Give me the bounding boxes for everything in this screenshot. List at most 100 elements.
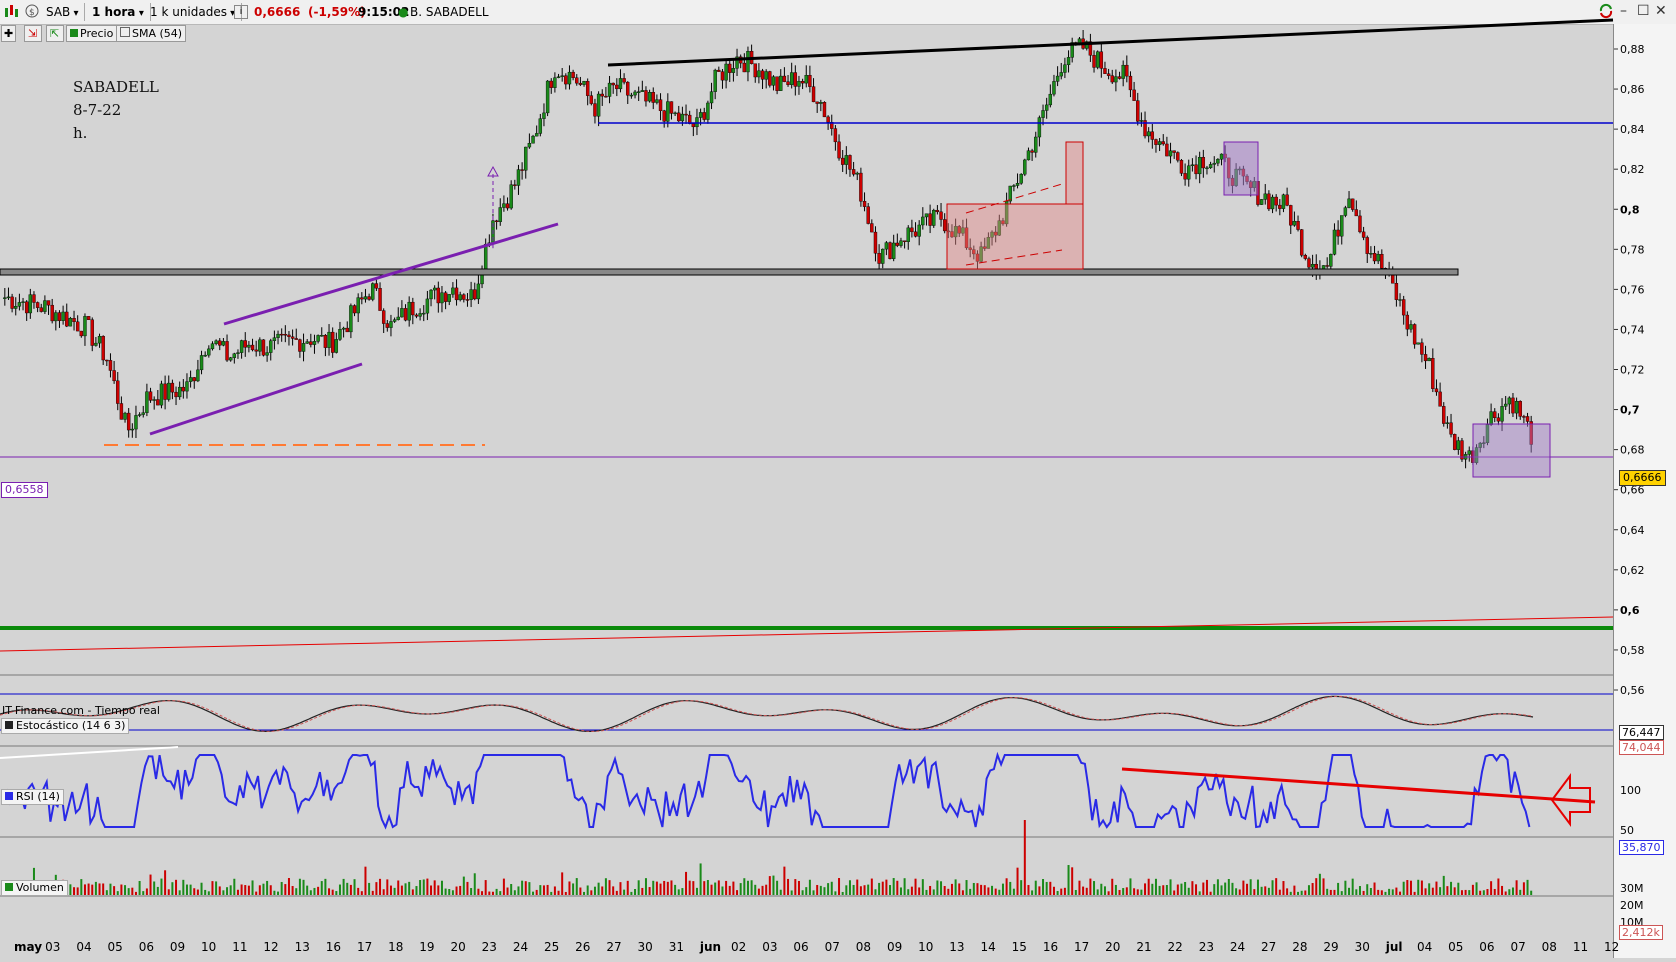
candle-body bbox=[177, 386, 182, 398]
x-tick-label: 28 bbox=[1292, 940, 1308, 954]
x-tick-label: 05 bbox=[1448, 940, 1464, 954]
x-tick-label: 24 bbox=[512, 940, 529, 954]
candle-body bbox=[363, 296, 368, 300]
volume-label-text: Volumen bbox=[16, 881, 64, 894]
x-tick-label: jun bbox=[699, 940, 722, 954]
candle-body bbox=[108, 360, 113, 371]
candle-body bbox=[538, 118, 543, 134]
volume-bar bbox=[1118, 889, 1121, 895]
candle-body bbox=[1030, 150, 1034, 153]
candle-body bbox=[32, 294, 36, 303]
volume-bar bbox=[1129, 878, 1132, 895]
volume-bar bbox=[360, 891, 363, 895]
candle-body bbox=[1048, 93, 1053, 106]
volume-bar bbox=[1220, 885, 1223, 895]
volume-bar bbox=[116, 891, 119, 895]
volume-bar bbox=[1402, 881, 1405, 895]
volume-bar bbox=[1056, 890, 1059, 895]
candle-body bbox=[349, 305, 353, 333]
price-axis[interactable]: 0,88 0,86 0,84 0,82 0,8 0,78 0,76 0,74 0,72 0,7 0,… bbox=[1613, 24, 1676, 958]
volume-bar bbox=[422, 879, 425, 895]
volume-bar bbox=[145, 888, 148, 895]
y-tick-label: 0,62 bbox=[1620, 564, 1645, 577]
y-tick-label: 0,6 bbox=[1620, 604, 1640, 617]
candle-body bbox=[1398, 299, 1402, 301]
price-chart[interactable] bbox=[0, 0, 1676, 916]
candle-body bbox=[123, 412, 127, 420]
candle-body bbox=[473, 289, 477, 300]
volume-bar bbox=[1486, 889, 1489, 895]
candle-body bbox=[768, 71, 772, 86]
volume-bar bbox=[251, 880, 254, 895]
candle-body bbox=[1380, 254, 1384, 269]
candle-body bbox=[1146, 131, 1151, 137]
volume-bar bbox=[1475, 882, 1478, 895]
candle-body bbox=[159, 383, 164, 406]
volume-bar bbox=[903, 878, 906, 895]
candle-body bbox=[513, 184, 517, 186]
candle-body bbox=[1493, 411, 1497, 418]
candle-body bbox=[3, 297, 7, 299]
x-tick-label: 04 bbox=[1416, 940, 1433, 954]
volume-bar bbox=[746, 880, 749, 895]
candle-body bbox=[921, 216, 925, 226]
volume-bar bbox=[623, 889, 626, 895]
volume-bar bbox=[619, 882, 622, 895]
x-tick-label: 26 bbox=[575, 940, 591, 954]
volume-bar bbox=[335, 891, 338, 895]
volume-bar bbox=[1256, 879, 1259, 895]
candle-body bbox=[1456, 440, 1461, 450]
candle-body bbox=[1187, 165, 1191, 180]
candle-body bbox=[859, 172, 863, 202]
volume-bar bbox=[1511, 887, 1514, 895]
stoch-panel-label[interactable]: Estocástico (14 6 3) bbox=[1, 718, 130, 734]
candle-body bbox=[400, 308, 404, 318]
candle-body bbox=[239, 340, 244, 353]
volume-bar bbox=[910, 886, 913, 895]
candle-body bbox=[290, 336, 295, 339]
candle-body bbox=[396, 316, 400, 320]
candle-body bbox=[1452, 434, 1457, 450]
volume-bar bbox=[950, 883, 953, 895]
volume-bar bbox=[1111, 878, 1114, 895]
x-tick-label: 10 bbox=[201, 940, 217, 954]
volume-bar bbox=[1227, 878, 1230, 895]
volume-bar bbox=[1384, 891, 1387, 895]
volume-bar bbox=[1016, 867, 1019, 895]
volume-bar bbox=[987, 887, 990, 895]
volume-bar bbox=[1344, 880, 1347, 895]
stochastic-k-line bbox=[0, 695, 1534, 732]
volume-panel-label[interactable]: Volumen bbox=[1, 880, 68, 896]
candle-body bbox=[50, 304, 54, 322]
volume-bar bbox=[1490, 881, 1493, 895]
candle-body bbox=[1026, 150, 1031, 161]
candle-body bbox=[407, 301, 411, 321]
candle-body bbox=[443, 292, 448, 302]
candle-body bbox=[811, 86, 816, 103]
rsi-panel-label[interactable]: RSI (14) bbox=[1, 789, 64, 805]
candle-body bbox=[826, 116, 830, 123]
volume-bar bbox=[371, 890, 374, 895]
candle-body bbox=[1179, 159, 1184, 174]
x-tick-label: 30 bbox=[637, 940, 653, 954]
volume-bar bbox=[277, 891, 280, 895]
purple-box-1 bbox=[1223, 141, 1259, 196]
candle-body bbox=[228, 357, 233, 361]
x-tick-label: 30 bbox=[1354, 940, 1370, 954]
volume-bar bbox=[1096, 889, 1099, 895]
volume-bar bbox=[448, 889, 451, 895]
candle-body bbox=[1008, 185, 1012, 202]
candle-body bbox=[644, 90, 648, 102]
candle-body bbox=[1270, 196, 1275, 210]
candle-body bbox=[1336, 229, 1340, 237]
volume-bar bbox=[269, 885, 272, 895]
x-tick-label: 09 bbox=[169, 940, 186, 954]
volume-bar bbox=[856, 879, 859, 895]
volume-bar bbox=[382, 889, 385, 895]
volume-bar bbox=[652, 880, 655, 895]
volume-bar bbox=[247, 885, 250, 895]
stochastic-d-line bbox=[0, 695, 1534, 732]
volume-bar bbox=[342, 878, 345, 895]
long-red-line bbox=[0, 616, 1614, 652]
volume-bar bbox=[222, 890, 225, 895]
